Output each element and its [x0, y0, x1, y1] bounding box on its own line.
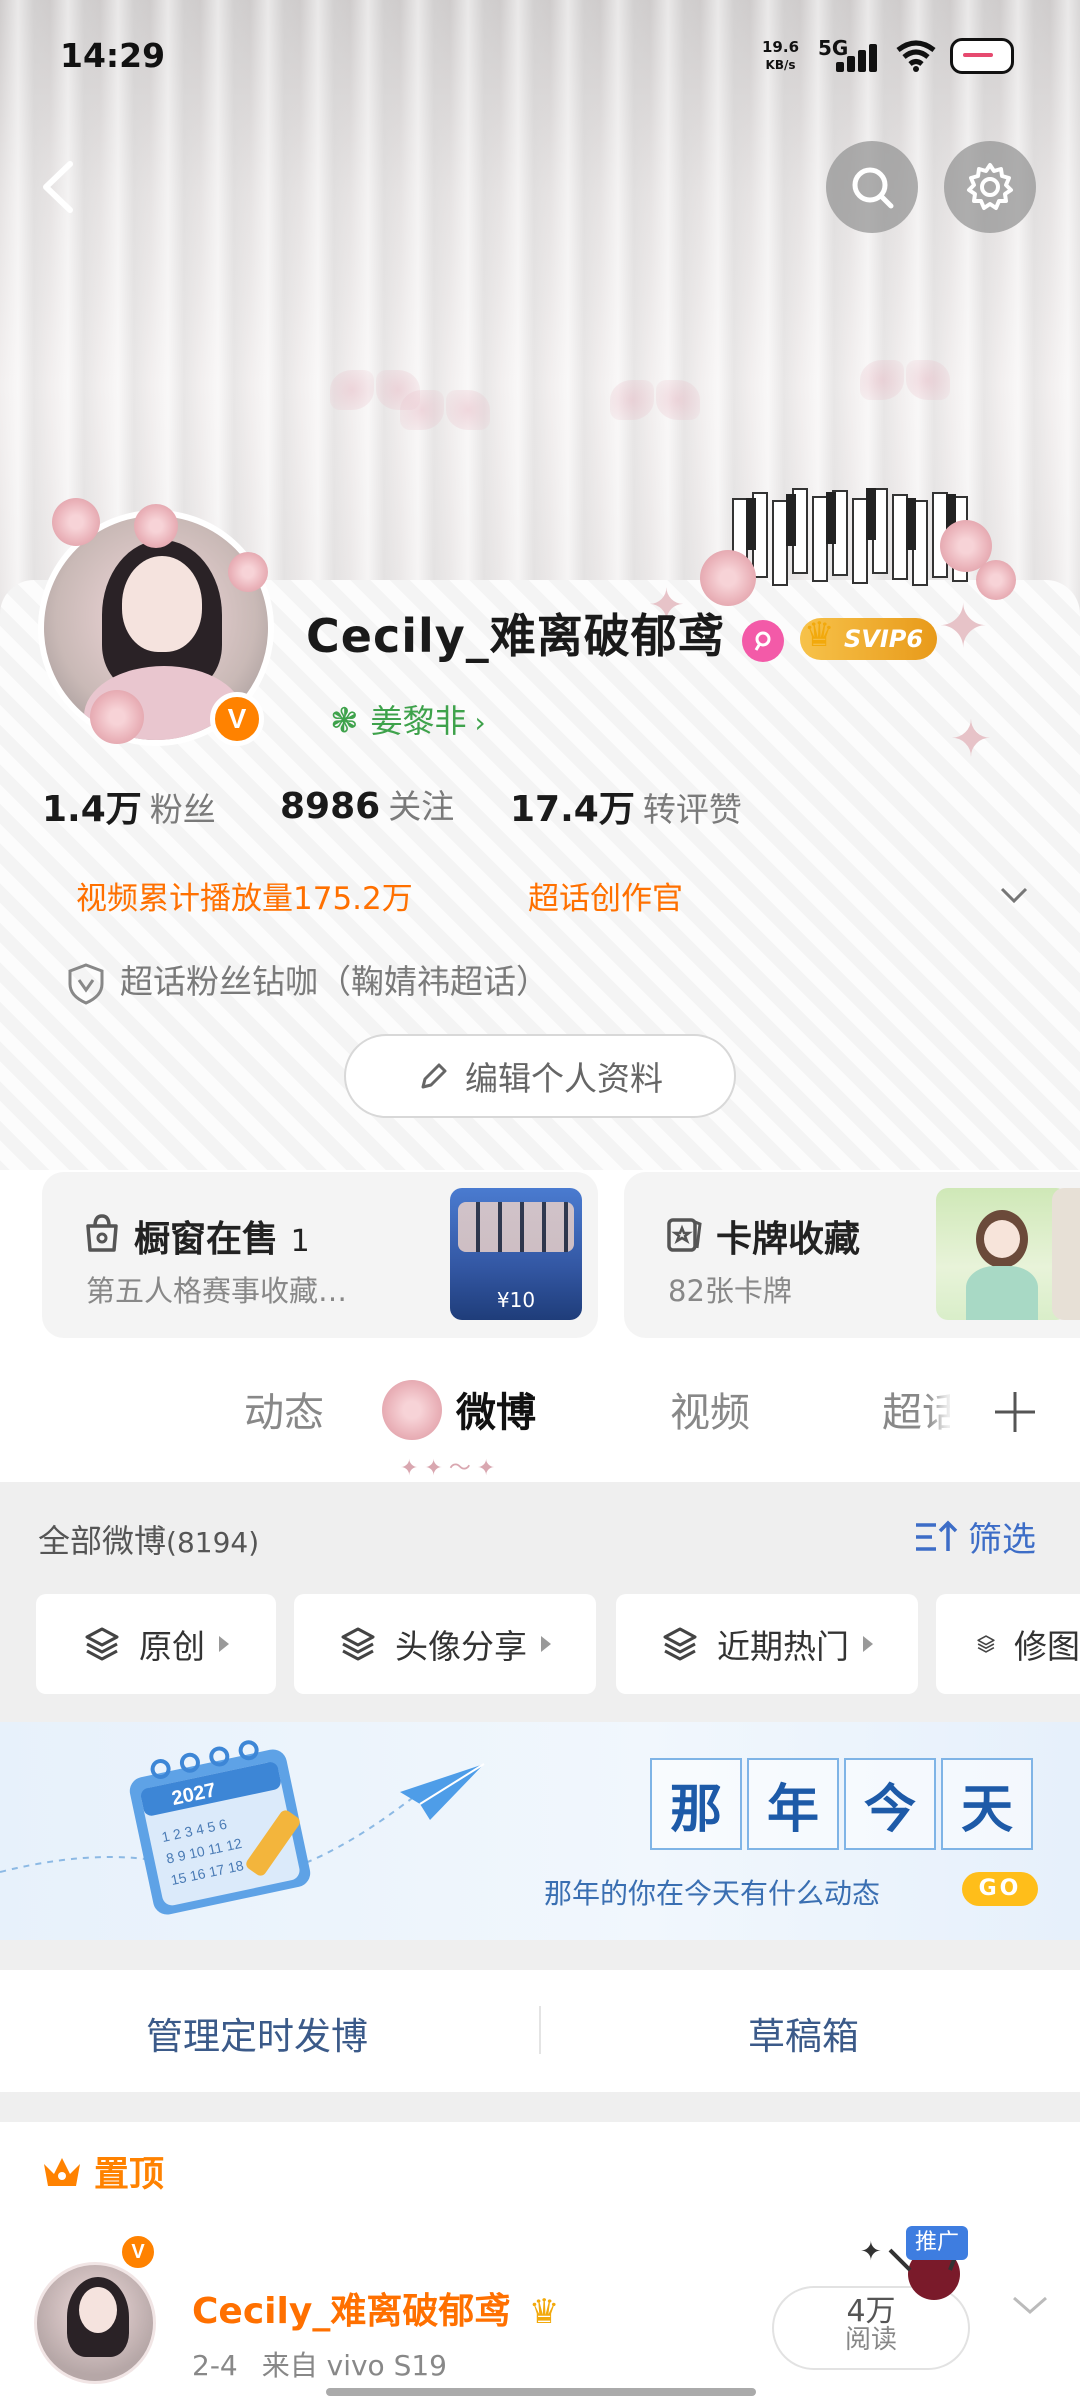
pinned-label: 置顶 — [40, 2146, 164, 2197]
pencil-icon — [421, 1063, 447, 1089]
rose-decoration — [700, 550, 756, 606]
caret-right-icon — [541, 1636, 551, 1652]
card-thumbnail — [1052, 1188, 1080, 1320]
drafts-button[interactable]: 草稿箱 — [748, 2006, 859, 2060]
rose-decoration — [228, 552, 268, 592]
interest-tag[interactable]: ❃ 姜黎非 › — [330, 696, 486, 742]
feature-cards: 橱窗在售 1 第五人格赛事收藏… ¥10 卡牌收藏 82张卡牌 — [0, 1170, 1080, 1340]
username: Cecily_难离破郁鸢 — [306, 609, 725, 663]
card-collection-card[interactable]: 卡牌收藏 82张卡牌 — [624, 1172, 1080, 1338]
stat-followers[interactable]: 1.4万 粉丝 — [42, 780, 216, 832]
caret-right-icon — [219, 1636, 229, 1652]
verified-badge: V — [118, 2232, 158, 2272]
stat-likes[interactable]: 17.4万 转评赞 — [510, 780, 742, 832]
back-button[interactable] — [30, 150, 90, 224]
go-button[interactable]: GO — [962, 1872, 1038, 1906]
card-thumbnail — [936, 1188, 1068, 1320]
crown-icon: ♛ — [804, 615, 835, 655]
chevron-right-icon: › — [474, 706, 486, 739]
feed-filters: 全部微博(8194) 筛选 原创 头像分享 近期热门 修图 — [0, 1482, 1080, 1722]
post-meta: 2-4 来自 vivo S19 — [192, 2349, 447, 2382]
rose-decoration — [52, 498, 100, 546]
profile-tabs: 动态 微博 ✦✦～✦ 视频 超话 — [0, 1340, 1080, 1482]
shield-icon — [68, 962, 104, 1005]
chevron-left-icon — [43, 161, 73, 213]
memory-title-char: 年 — [747, 1758, 839, 1850]
edit-profile-button[interactable]: 编辑个人资料 — [344, 1034, 736, 1118]
all-posts-count: 全部微博(8194) — [38, 1522, 260, 1560]
post-author[interactable]: Cecily_难离破郁鸢 ♛ — [192, 2282, 559, 2334]
memory-title-char: 天 — [941, 1758, 1033, 1850]
clock: 14:29 — [60, 36, 166, 75]
memory-title-char: 今 — [844, 1758, 936, 1850]
settings-button[interactable] — [944, 141, 1036, 233]
card-title: 卡牌收藏 — [716, 1219, 861, 1260]
divider — [539, 2006, 541, 2054]
video-plays[interactable]: 视频累计播放量175.2万 — [76, 873, 413, 918]
caret-right-icon — [863, 1636, 873, 1652]
product-price: ¥10 — [496, 1288, 536, 1312]
verified-badge: V — [210, 692, 264, 746]
layers-icon — [663, 1627, 697, 1661]
status-bar: 14:29 19.6 KB/s 5G — [0, 0, 1080, 110]
post-avatar[interactable] — [34, 2262, 156, 2384]
card-star-icon — [667, 1218, 702, 1252]
card-subtitle: 82张卡牌 — [668, 1274, 792, 1308]
chip-avatar-share[interactable]: 头像分享 — [294, 1594, 596, 1694]
bow-decoration — [610, 380, 700, 426]
tab-weibo[interactable]: 微博 — [456, 1380, 536, 1438]
chip-retouch[interactable]: 修图 — [936, 1594, 1080, 1694]
tab-underline-decoration: ✦✦～✦ — [400, 1456, 502, 1481]
svip-badge[interactable]: ♛ SVIP6 — [800, 615, 938, 660]
stat-following[interactable]: 8986 关注 — [280, 780, 454, 828]
crown-icon — [44, 2157, 80, 2186]
star-decoration: ✦ — [950, 710, 992, 768]
rose-decoration — [134, 504, 178, 548]
manage-row: 管理定时发博 草稿箱 — [0, 1970, 1080, 2092]
on-this-day-banner[interactable]: 2027 1 2 3 4 5 6 8 9 10 11 12 15 16 17 1… — [0, 1722, 1080, 1940]
gear-icon — [967, 163, 1013, 210]
svg-text:✦: ✦ — [860, 2237, 882, 2267]
layers-icon — [977, 1635, 995, 1653]
chip-original[interactable]: 原创 — [36, 1594, 276, 1694]
add-tab-button[interactable] — [950, 1352, 1080, 1472]
tab-dynamic[interactable]: 动态 — [244, 1380, 324, 1438]
star-decoration: ✦ — [938, 592, 989, 662]
chip-recent-hot[interactable]: 近期热门 — [616, 1594, 918, 1694]
filter-icon — [916, 1520, 958, 1551]
memory-subtitle: 那年的你在今天有什么动态 — [544, 1877, 881, 1910]
layers-icon — [341, 1627, 375, 1661]
wifi-icon — [896, 40, 936, 72]
card-title: 橱窗在售 1 — [134, 1219, 310, 1260]
rose-decoration — [382, 1380, 442, 1440]
battery-icon — [950, 38, 1014, 74]
calendar-illustration: 2027 1 2 3 4 5 6 8 9 10 11 12 15 16 17 1… — [0, 1740, 485, 1915]
search-button[interactable] — [826, 141, 918, 233]
shopping-bag-icon — [86, 1214, 118, 1252]
home-indicator[interactable] — [326, 2388, 756, 2396]
scheduled-posts-button[interactable]: 管理定时发博 — [146, 2006, 368, 2060]
bow-decoration — [400, 390, 490, 436]
showcase-card[interactable]: 橱窗在售 1 第五人格赛事收藏… ¥10 — [42, 1172, 598, 1338]
tab-video[interactable]: 视频 — [670, 1380, 750, 1438]
memory-title-char: 那 — [650, 1758, 742, 1850]
rose-decoration — [90, 690, 144, 744]
bow-decoration — [860, 360, 950, 406]
search-icon — [852, 167, 894, 209]
signal-icon — [836, 44, 880, 72]
layers-icon — [85, 1627, 119, 1661]
card-subtitle: 第五人格赛事收藏… — [86, 1274, 348, 1308]
chevron-down-icon[interactable] — [1008, 2290, 1052, 2320]
crown-badge-icon: ♛ — [528, 2292, 560, 2332]
product-thumbnail: ¥10 — [450, 1188, 582, 1320]
plus-icon — [995, 1392, 1035, 1432]
chevron-down-icon[interactable] — [994, 875, 1034, 915]
net-speed: 19.6 KB/s — [762, 38, 800, 72]
promo-badge[interactable]: 推广 — [906, 2226, 968, 2260]
flower-icon: ❃ — [330, 701, 359, 741]
fan-title[interactable]: 超话粉丝钻咖（鞠婧祎超话） — [66, 955, 549, 1006]
filter-button[interactable]: 筛选 — [914, 1512, 1036, 1561]
fan-badge-icon[interactable] — [742, 620, 784, 662]
creator-title[interactable]: 超话创作官 — [528, 873, 683, 918]
